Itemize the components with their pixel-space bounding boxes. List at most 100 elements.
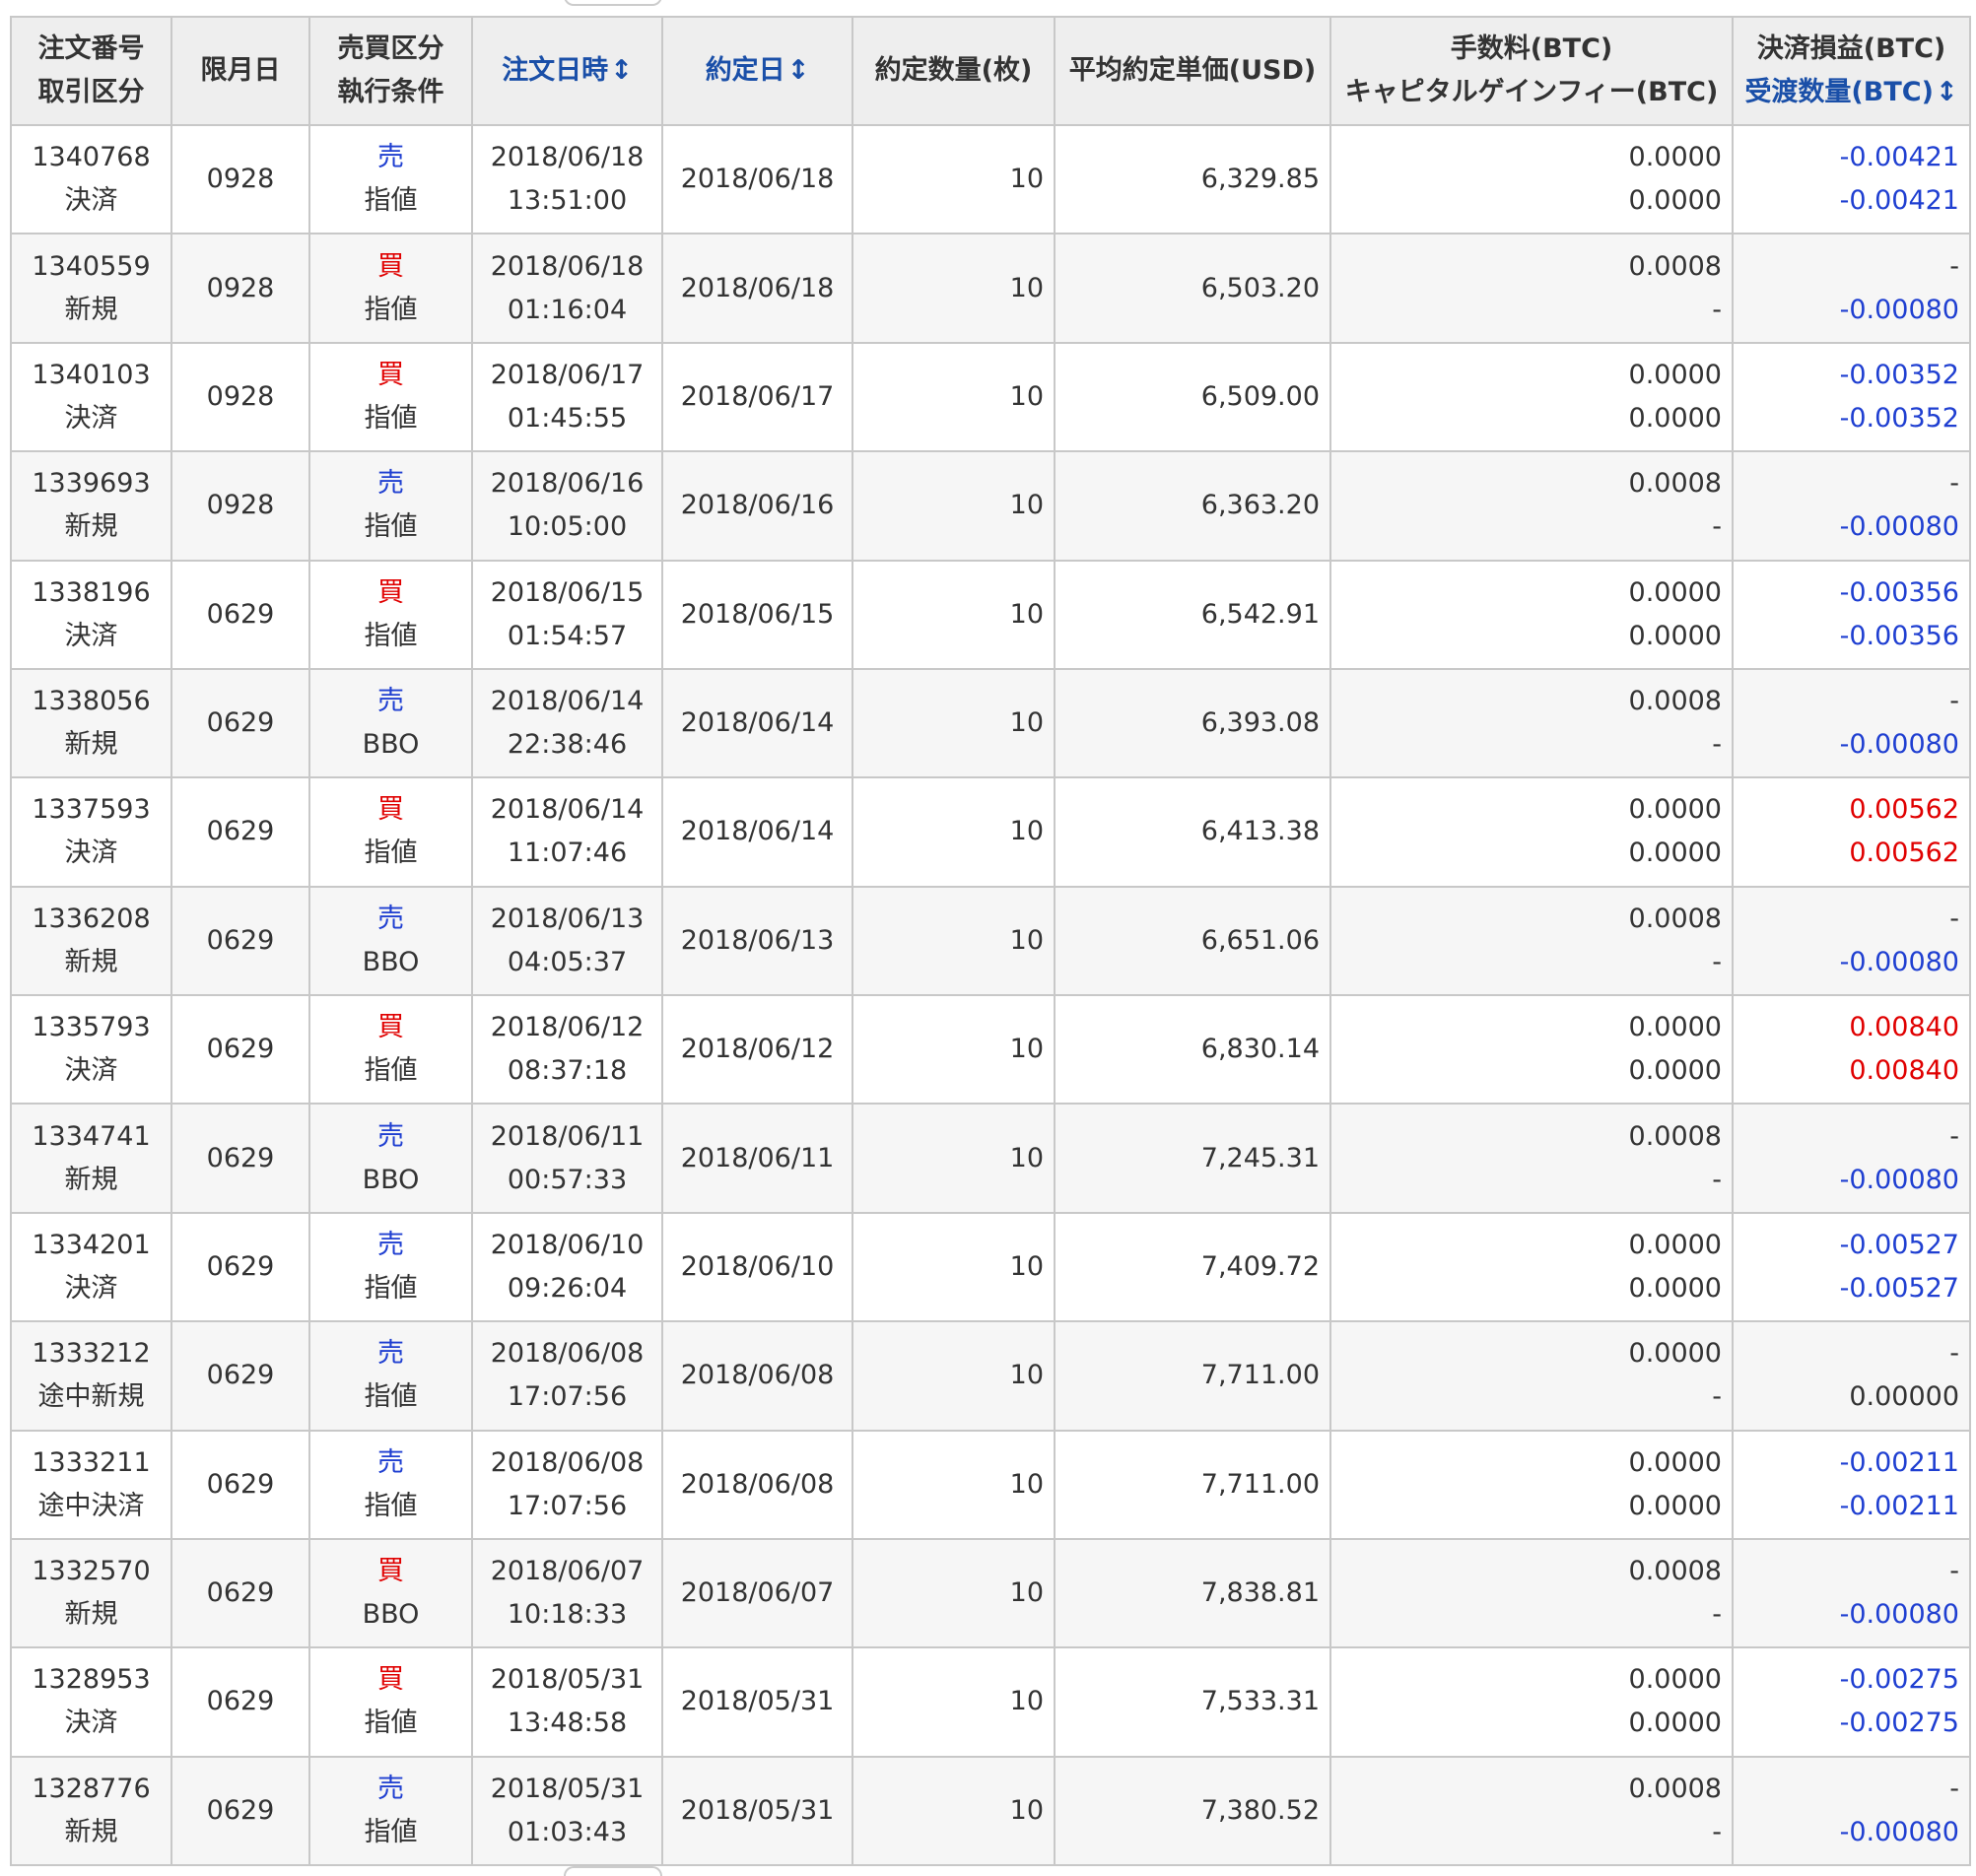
contract-date: 2018/06/12 [680, 1034, 835, 1065]
cell-contract-date: 2018/06/10 [661, 1211, 853, 1323]
cell-avg-price: 6,393.08 [1054, 667, 1331, 779]
header-order-datetime-label[interactable]: 注文日時 [502, 55, 608, 86]
sort-updown-icon[interactable]: ↕ [1936, 71, 1958, 114]
side: 売 [377, 1338, 404, 1370]
settlement-pnl: -0.00421 [1839, 142, 1959, 173]
trade-type: 新規 [64, 1164, 118, 1195]
order-time: 17:07:56 [507, 1490, 628, 1521]
sort-updown-icon[interactable]: ↕ [610, 49, 633, 93]
contract-date: 2018/06/10 [680, 1250, 835, 1282]
header-contract-date-label[interactable]: 約定日 [706, 55, 785, 86]
cell-side: 売 指値 [308, 1320, 473, 1432]
cell-avg-price: 6,542.91 [1054, 559, 1331, 670]
cell-quantity: 10 [852, 885, 1056, 997]
cg-fee: 0.0000 [1628, 1490, 1722, 1521]
expiry: 0629 [206, 707, 275, 739]
quantity: 10 [1009, 272, 1044, 303]
contract-date: 2018/06/14 [680, 707, 835, 739]
header-side: 売買区分 執行条件 [308, 16, 473, 126]
sort-updown-icon[interactable]: ↕ [787, 49, 810, 93]
cg-fee: - [1712, 511, 1722, 543]
cell-quantity: 10 [852, 1537, 1056, 1649]
cell-fee: 0.0008 - [1329, 233, 1734, 344]
cell-order-datetime: 2018/06/14 22:38:46 [471, 667, 663, 779]
cell-expiry: 0629 [170, 993, 310, 1106]
cg-fee: - [1712, 1816, 1722, 1847]
expiry: 0928 [206, 272, 275, 303]
contract-date: 2018/06/18 [680, 164, 835, 195]
quantity: 10 [1009, 1034, 1044, 1065]
condition: 指値 [364, 1272, 418, 1304]
cell-order: 1335793 決済 [10, 993, 172, 1106]
order-date: 2018/06/16 [490, 468, 645, 500]
cell-contract-date: 2018/06/15 [661, 559, 853, 670]
cell-fee: 0.0000 0.0000 [1329, 341, 1734, 453]
cell-expiry: 0928 [170, 233, 310, 344]
cell-avg-price: 6,651.06 [1054, 885, 1331, 997]
fee: 0.0000 [1628, 359, 1722, 390]
order-no: 1332570 [32, 1556, 151, 1587]
cell-fee: 0.0008 - [1329, 1755, 1734, 1867]
order-time: 01:16:04 [507, 294, 628, 325]
header-quantity: 約定数量(枚) [852, 16, 1056, 126]
expiry: 0928 [206, 380, 275, 412]
fee: 0.0000 [1628, 794, 1722, 826]
header-contract-date[interactable]: 約定日↕ [661, 16, 853, 126]
sort-order-datetime-link[interactable]: 注文日時↕ [502, 55, 633, 86]
avg-price: 6,651.06 [1200, 924, 1320, 956]
avg-price: 6,329.85 [1200, 164, 1320, 195]
side: 買 [377, 1012, 404, 1043]
cell-avg-price: 6,413.38 [1054, 776, 1331, 888]
condition: BBO [362, 946, 420, 977]
cell-pnl: -0.00352 -0.00352 [1732, 341, 1971, 453]
header-order-datetime[interactable]: 注文日時↕ [471, 16, 663, 126]
sort-contract-date-link[interactable]: 約定日↕ [706, 55, 810, 86]
cell-order-datetime: 2018/05/31 01:03:43 [471, 1755, 663, 1867]
quantity: 10 [1009, 1794, 1044, 1826]
cell-quantity: 10 [852, 1211, 1056, 1323]
cell-quantity: 10 [852, 667, 1056, 779]
table-row: 1340559 新規 0928 買 指値 2018/06/18 01:16:04… [10, 233, 1971, 344]
cell-fee: 0.0000 0.0000 [1329, 993, 1734, 1106]
fee: 0.0008 [1628, 903, 1722, 934]
cell-order: 1338196 決済 [10, 559, 172, 670]
cell-contract-date: 2018/06/11 [661, 1103, 853, 1214]
trade-type: 新規 [64, 1599, 118, 1631]
order-no: 1334741 [32, 1120, 151, 1152]
delivery-qty: -0.00527 [1839, 1272, 1959, 1304]
contract-date: 2018/06/08 [680, 1468, 835, 1500]
cell-side: 売 指値 [308, 1755, 473, 1867]
trade-type: 決済 [64, 185, 118, 217]
bottom-tab-stub [564, 1866, 662, 1876]
side: 買 [377, 359, 404, 390]
table-row: 1335793 決済 0629 買 指値 2018/06/12 08:37:18… [10, 993, 1971, 1106]
header-delivery-label[interactable]: 受渡数量(BTC) [1744, 77, 1934, 107]
order-no: 1333212 [32, 1338, 151, 1370]
side: 買 [377, 794, 404, 826]
cell-contract-date: 2018/05/31 [661, 1755, 853, 1867]
order-date: 2018/06/08 [490, 1446, 645, 1478]
cell-expiry: 0629 [170, 1537, 310, 1649]
cell-side: 買 指値 [308, 559, 473, 670]
order-no: 1335793 [32, 1012, 151, 1043]
trade-history-table: 注文番号 取引区分 限月日 売買区分 執行条件 注文日時↕ 約定日↕ 約定数量(… [10, 16, 1971, 1867]
delivery-qty: -0.00352 [1839, 402, 1959, 434]
cell-order: 1332570 新規 [10, 1537, 172, 1649]
cell-pnl: - -0.00080 [1732, 1755, 1971, 1867]
settlement-pnl: 0.00562 [1849, 794, 1959, 826]
order-date: 2018/06/17 [490, 359, 645, 390]
header-pnl[interactable]: 決済損益(BTC) 受渡数量(BTC)↕ [1732, 16, 1971, 126]
cell-avg-price: 6,503.20 [1054, 233, 1331, 344]
cell-expiry: 0629 [170, 1646, 310, 1758]
cell-pnl: -0.00421 -0.00421 [1732, 123, 1971, 235]
order-date: 2018/06/10 [490, 1229, 645, 1260]
cell-order-datetime: 2018/06/14 11:07:46 [471, 776, 663, 888]
quantity: 10 [1009, 490, 1044, 521]
cell-order-datetime: 2018/06/18 13:51:00 [471, 123, 663, 235]
avg-price: 7,711.00 [1200, 1468, 1320, 1500]
cell-fee: 0.0008 - [1329, 450, 1734, 562]
sort-delivery-link[interactable]: 受渡数量(BTC)↕ [1743, 71, 1959, 114]
order-date: 2018/06/12 [490, 1012, 645, 1043]
expiry: 0629 [206, 1686, 275, 1717]
delivery-qty: -0.00080 [1839, 1816, 1959, 1847]
